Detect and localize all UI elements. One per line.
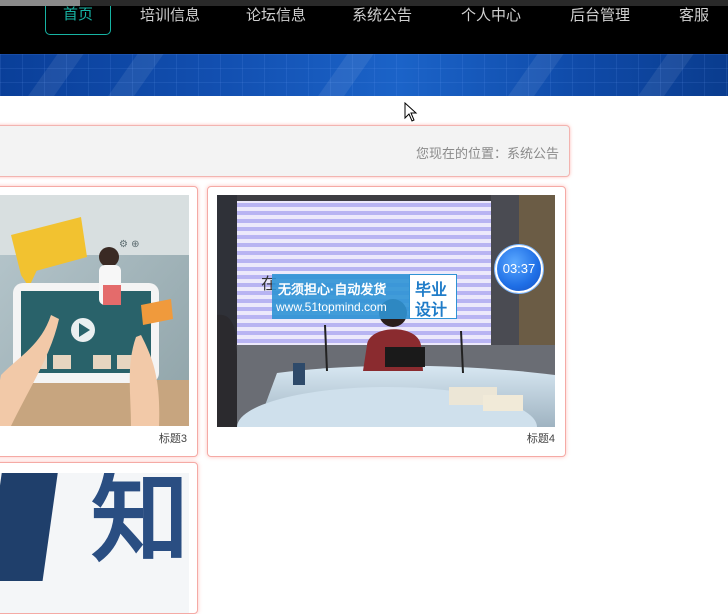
nav-admin[interactable]: 后台管理 (570, 6, 630, 36)
partial-glyph (0, 473, 60, 581)
video-timer-badge: 03:37 (495, 245, 543, 293)
ad-line-1: 无须担心·自动发货 (278, 282, 387, 297)
svg-text:⚙ ⊕: ⚙ ⊕ (119, 239, 140, 250)
nav-customer-service[interactable]: 客服 (679, 6, 709, 36)
nav-training-info[interactable]: 培训信息 (140, 6, 200, 36)
card-4-caption: 标题4 (526, 433, 555, 445)
card-3-image[interactable]: ⚙ ⊕ (0, 195, 189, 426)
mouse-cursor-icon (404, 102, 418, 122)
breadcrumb: 您现在的位置：系统公告 (0, 125, 570, 177)
watermark-ad: 无须担心·自动发货 www.51topmind.com 毕业 设计 (272, 274, 457, 319)
news-card-3[interactable]: ⚙ ⊕ 标题3 (0, 186, 198, 457)
card-3-caption: 标题3 (158, 433, 187, 445)
main-nav: 首页 培训信息 论坛信息 系统公告 个人中心 后台管理 客服 (0, 6, 728, 54)
news-card-4[interactable]: 在 无须担心·自动发货 www.51topmind.com 毕业 设计 03:3… (207, 186, 566, 457)
breadcrumb-text: 您现在的位置：系统公告 (415, 146, 559, 161)
ad-line-2: www.51topmind.com (276, 300, 387, 314)
news-card-5[interactable]: 知 (0, 462, 198, 614)
card-5-big-text: 知 (91, 473, 189, 576)
banner (0, 54, 728, 96)
nav-system-notice[interactable]: 系统公告 (352, 6, 412, 36)
nav-home[interactable]: 首页 (45, 6, 111, 35)
nav-forum-info[interactable]: 论坛信息 (246, 6, 306, 36)
nav-personal-center[interactable]: 个人中心 (461, 6, 521, 36)
card-5-image[interactable]: 知 (0, 473, 189, 613)
ad-badge-2: 设计 (415, 302, 448, 319)
